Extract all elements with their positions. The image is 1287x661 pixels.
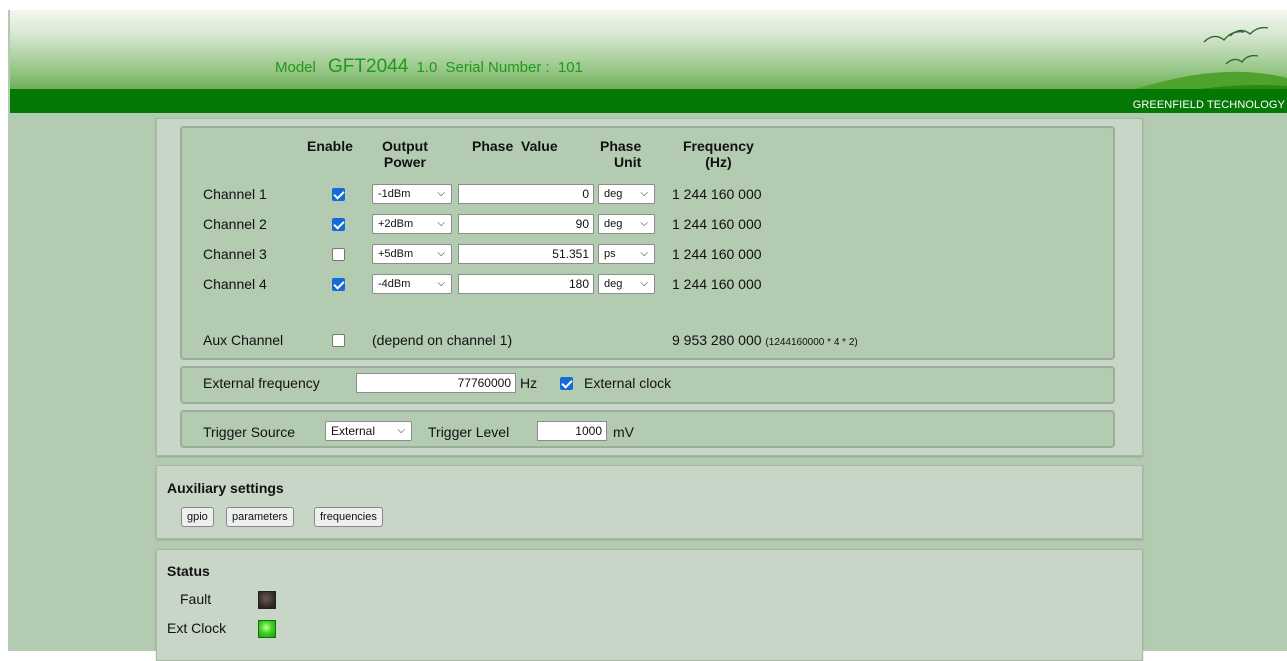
frequency-header-line1: Frequency bbox=[683, 138, 754, 154]
channel-label: Channel 4 bbox=[203, 276, 267, 292]
aux-channel-checkbox[interactable] bbox=[332, 334, 345, 347]
channel-enable-checkbox[interactable] bbox=[332, 248, 345, 261]
chevron-down-icon: ⌵ bbox=[640, 248, 648, 259]
chevron-down-icon: ⌵ bbox=[437, 188, 445, 199]
chevron-down-icon: ⌵ bbox=[437, 218, 445, 229]
frequency-header: Frequency (Hz) bbox=[683, 138, 754, 170]
serial-label: Serial Number : bbox=[445, 59, 550, 76]
chevron-down-icon: ⌵ bbox=[640, 188, 648, 199]
output-power-select[interactable]: +5dBm ⌵ bbox=[372, 244, 452, 264]
output-power-select[interactable]: -4dBm ⌵ bbox=[372, 274, 452, 294]
external-frequency-unit: Hz bbox=[520, 375, 538, 391]
birds-logo-icon bbox=[1203, 26, 1269, 65]
channel-enable-checkbox[interactable] bbox=[332, 218, 345, 231]
phase-unit-select[interactable]: deg ⌵ bbox=[598, 274, 655, 294]
trigger-level-unit: mV bbox=[613, 424, 634, 440]
trigger-source-label: Trigger Source bbox=[203, 424, 296, 440]
channel-frequency: 1 244 160 000 bbox=[672, 216, 762, 232]
model-label: Model bbox=[275, 59, 316, 76]
phase-value-header: Phase Value bbox=[472, 138, 558, 154]
chevron-down-icon: ⌵ bbox=[640, 218, 648, 229]
frequencies-button[interactable]: frequencies bbox=[314, 507, 383, 527]
output-power-header: Output Power bbox=[382, 138, 428, 170]
output-power-value: +5dBm bbox=[378, 248, 414, 260]
channel-enable-checkbox[interactable] bbox=[332, 278, 345, 291]
external-clock-label: External clock bbox=[584, 375, 672, 391]
trigger-source-value: External bbox=[331, 424, 376, 438]
gpio-button[interactable]: gpio bbox=[181, 507, 214, 527]
header-bar bbox=[10, 89, 1287, 113]
aux-channel-label: Aux Channel bbox=[203, 332, 284, 348]
status-panel bbox=[156, 549, 1143, 661]
trigger-box bbox=[180, 410, 1115, 448]
phase-unit-header: Phase Unit bbox=[600, 138, 641, 170]
channel-frequency: 1 244 160 000 bbox=[672, 186, 762, 202]
output-power-select[interactable]: +2dBm ⌵ bbox=[372, 214, 452, 234]
aux-frequency-value: 9 953 280 000 bbox=[672, 332, 762, 348]
chevron-down-icon: ⌵ bbox=[437, 248, 445, 259]
parameters-button[interactable]: parameters bbox=[226, 507, 294, 527]
channel-label: Channel 2 bbox=[203, 216, 267, 232]
brand-name: GREENFIELD TECHNOLOGY bbox=[1132, 99, 1285, 111]
phase-value-input[interactable]: 90 bbox=[458, 214, 594, 234]
phase-unit-select[interactable]: ps ⌵ bbox=[598, 244, 655, 264]
chevron-down-icon: ⌵ bbox=[397, 425, 405, 436]
channel-label: Channel 1 bbox=[203, 186, 267, 202]
phase-unit-value: ps bbox=[604, 248, 616, 260]
phase-unit-header-line2: Unit bbox=[614, 154, 642, 170]
channel-frequency: 1 244 160 000 bbox=[672, 246, 762, 262]
output-power-value: -4dBm bbox=[378, 278, 411, 290]
phase-unit-select[interactable]: deg ⌵ bbox=[598, 184, 655, 204]
auxiliary-settings-panel bbox=[156, 465, 1143, 539]
chevron-down-icon: ⌵ bbox=[437, 278, 445, 289]
chevron-down-icon: ⌵ bbox=[640, 278, 648, 289]
output-power-header-line2: Power bbox=[383, 154, 426, 170]
trigger-level-label: Trigger Level bbox=[428, 424, 510, 440]
phase-unit-select[interactable]: deg ⌵ bbox=[598, 214, 655, 234]
ext-clock-label: Ext Clock bbox=[167, 620, 227, 636]
model-version: 1.0 bbox=[416, 59, 438, 76]
model-name: GFT2044 bbox=[328, 56, 409, 77]
status-title: Status bbox=[167, 563, 210, 579]
enable-header: Enable bbox=[307, 138, 353, 154]
channels-box bbox=[180, 126, 1115, 360]
external-frequency-input[interactable]: 77760000 bbox=[356, 373, 516, 393]
aux-frequency-formula: (1244160000 * 4 * 2) bbox=[765, 337, 858, 348]
trigger-source-select[interactable]: External ⌵ bbox=[325, 421, 412, 441]
phase-value-input[interactable]: 51.351 bbox=[458, 244, 594, 264]
ext-clock-indicator bbox=[258, 620, 276, 638]
serial-value: 101 bbox=[557, 59, 583, 76]
phase-unit-value: deg bbox=[604, 278, 623, 290]
output-power-select[interactable]: -1dBm ⌵ bbox=[372, 184, 452, 204]
output-power-value: +2dBm bbox=[378, 218, 414, 230]
model-info: Model GFT2044 1.0 Serial Number : 101 bbox=[275, 56, 587, 78]
output-power-value: -1dBm bbox=[378, 188, 411, 200]
output-power-header-line1: Output bbox=[382, 138, 428, 154]
phase-unit-header-line1: Phase bbox=[600, 138, 642, 154]
external-frequency-label: External frequency bbox=[203, 375, 320, 391]
trigger-level-input[interactable]: 1000 bbox=[537, 421, 607, 441]
phase-unit-value: deg bbox=[604, 218, 623, 230]
aux-channel-frequency: 9 953 280 000 (1244160000 * 4 * 2) bbox=[672, 332, 858, 348]
channel-enable-checkbox[interactable] bbox=[332, 188, 345, 201]
phase-unit-value: deg bbox=[604, 188, 623, 200]
auxiliary-settings-title: Auxiliary settings bbox=[167, 480, 284, 496]
fault-label: Fault bbox=[180, 591, 212, 607]
channel-frequency: 1 244 160 000 bbox=[672, 276, 762, 292]
channel-label: Channel 3 bbox=[203, 246, 267, 262]
frequency-header-line2: (Hz) bbox=[705, 154, 732, 170]
external-clock-checkbox[interactable] bbox=[560, 377, 573, 390]
phase-value-input[interactable]: 0 bbox=[458, 184, 594, 204]
aux-channel-note: (depend on channel 1) bbox=[372, 332, 513, 348]
fault-indicator bbox=[258, 591, 276, 609]
phase-value-input[interactable]: 180 bbox=[458, 274, 594, 294]
